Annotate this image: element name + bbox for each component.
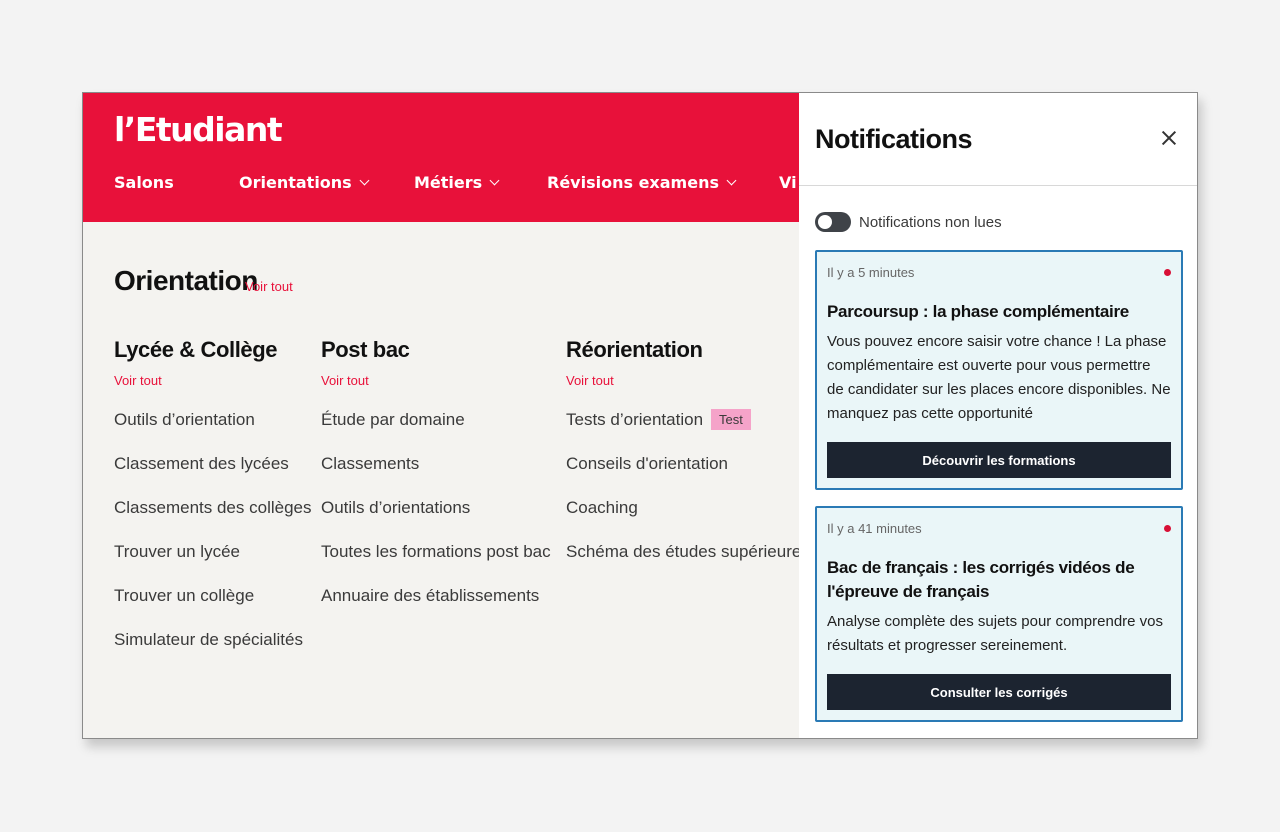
menu-link[interactable]: Tests d’orientation Test	[566, 409, 810, 454]
menu-link-label: Trouver un lycée	[114, 542, 240, 561]
menu-link-label: Coaching	[566, 498, 638, 517]
menu-link[interactable]: Trouver un lycée	[114, 542, 311, 586]
column-links: Étude par domaine Classements Outils d’o…	[321, 410, 551, 630]
nav-item-label: Métiers	[414, 173, 483, 192]
nav-item-label: Vi	[779, 173, 797, 192]
discover-formations-button[interactable]: Découvrir les formations	[827, 442, 1171, 478]
column-see-all-link[interactable]: Voir tout	[114, 373, 311, 388]
menu-link-label: Classement des lycées	[114, 454, 289, 473]
notifications-title: Notifications	[815, 124, 973, 154]
column-links: Outils d’orientation Classement des lycé…	[114, 410, 311, 674]
notification-title: Bac de français : les corrigés vidéos de…	[827, 558, 1135, 601]
column-links: Tests d’orientation Test Conseils d'orien…	[566, 409, 810, 586]
menu-link-label: Outils d’orientations	[321, 498, 471, 517]
menu-link[interactable]: Coaching	[566, 498, 810, 542]
column-see-all-link[interactable]: Voir tout	[566, 373, 810, 388]
menu-link-label: Annuaire des établissements	[321, 586, 540, 605]
menu-link[interactable]: Outils d’orientation	[114, 410, 311, 454]
site-header: l’Etudiant Salons Orientations Métiers R…	[83, 93, 799, 222]
unread-toggle[interactable]	[815, 212, 851, 232]
menu-link-label: Schéma des études supérieures	[566, 542, 810, 561]
menu-link[interactable]: Annuaire des établissements	[321, 586, 551, 630]
nav-item-orientations[interactable]: Orientations	[239, 173, 370, 192]
site-logo[interactable]: l’Etudiant	[114, 110, 283, 149]
column-lycee-college: Lycée & Collège Voir tout Outils d’orien…	[114, 337, 311, 674]
section-title: Orientation	[114, 265, 258, 296]
nav-item-vie[interactable]: Vi	[779, 173, 797, 192]
column-see-all-link[interactable]: Voir tout	[321, 373, 551, 388]
chevron-down-icon	[726, 175, 737, 186]
menu-link[interactable]: Trouver un collège	[114, 586, 311, 630]
column-post-bac: Post bac Voir tout Étude par domaine Cla…	[321, 337, 551, 630]
notification-time: Il y a 5 minutes	[827, 265, 915, 280]
nav-item-label: Salons	[114, 173, 174, 192]
menu-link-label: Conseils d'orientation	[566, 454, 729, 473]
notification-text: Vous pouvez encore saisir votre chance !…	[827, 333, 1171, 422]
column-title: Réorientation	[566, 337, 703, 362]
chevron-down-icon	[359, 175, 370, 186]
unread-dot-icon	[1164, 269, 1171, 276]
nav-item-label: Orientations	[239, 173, 352, 192]
chevron-down-icon	[489, 175, 500, 186]
menu-link[interactable]: Schéma des études supérieures	[566, 542, 810, 586]
notification-time: Il y a 41 minutes	[827, 521, 922, 536]
menu-link-label: Classements des collèges	[114, 498, 312, 517]
menu-link[interactable]: Classements	[321, 454, 551, 498]
menu-link-label: Simulateur de spécialités	[114, 630, 303, 649]
menu-link[interactable]: Classement des lycées	[114, 454, 311, 498]
notification-card[interactable]: Il y a 5 minutes Parcoursup : la phase c…	[815, 250, 1183, 490]
unread-dot-icon	[1164, 525, 1171, 532]
menu-link[interactable]: Toutes les formations post bac	[321, 542, 551, 586]
section-see-all-link[interactable]: Voir tout	[245, 279, 293, 294]
unread-filter: Notifications non lues	[815, 212, 1002, 232]
column-title: Post bac	[321, 337, 410, 362]
notifications-panel: Notifications Notifications non lues Il …	[799, 93, 1197, 738]
notification-text: Analyse complète des sujets pour compren…	[827, 613, 1164, 654]
main-nav: Salons Orientations Métiers Révisions ex…	[83, 173, 799, 199]
menu-link-label: Toutes les formations post bac	[321, 542, 551, 561]
nav-item-label: Révisions examens	[547, 173, 719, 192]
menu-link-label: Étude par domaine	[321, 410, 465, 429]
menu-link-label: Classements	[321, 454, 420, 473]
nav-item-metiers[interactable]: Métiers	[414, 173, 500, 192]
close-icon[interactable]	[1161, 130, 1177, 146]
menu-link-label: Tests d’orientation	[566, 410, 704, 429]
menu-link[interactable]: Conseils d'orientation	[566, 454, 810, 498]
view-corrections-button[interactable]: Consulter les corrigés	[827, 674, 1171, 710]
nav-item-salons[interactable]: Salons	[114, 173, 174, 192]
unread-toggle-label: Notifications non lues	[859, 213, 1002, 231]
column-title: Lycée & Collège	[114, 337, 278, 362]
test-badge: Test	[711, 409, 751, 430]
column-reorientation: Réorientation Voir tout Tests d’orientat…	[566, 337, 810, 586]
nav-item-revisions[interactable]: Révisions examens	[547, 173, 737, 192]
menu-link-label: Trouver un collège	[114, 586, 255, 605]
menu-link[interactable]: Étude par domaine	[321, 410, 551, 454]
notifications-header: Notifications	[799, 93, 1197, 186]
menu-link[interactable]: Outils d’orientations	[321, 498, 551, 542]
menu-link[interactable]: Simulateur de spécialités	[114, 630, 311, 674]
notification-card[interactable]: Il y a 41 minutes Bac de français : les …	[815, 506, 1183, 722]
menu-link[interactable]: Classements des collèges	[114, 498, 311, 542]
app-window: l’Etudiant Salons Orientations Métiers R…	[82, 92, 1198, 739]
menu-link-label: Outils d’orientation	[114, 410, 255, 429]
notification-title: Parcoursup : la phase complémentaire	[827, 302, 1129, 321]
